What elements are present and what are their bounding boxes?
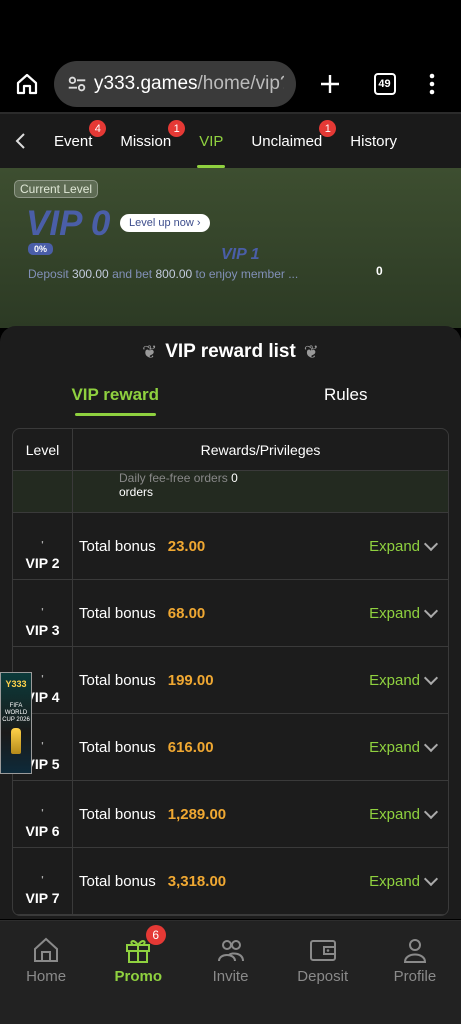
nav-home[interactable]: Home (0, 921, 92, 1024)
tab-vip-reward[interactable]: VIP reward (0, 374, 231, 416)
daily-unit: orders (119, 485, 154, 499)
tab-mission[interactable]: Mission 1 (106, 114, 186, 168)
wallet-icon (309, 940, 336, 961)
chevron-down-icon (423, 536, 439, 551)
address-bar[interactable]: y333.games/home/vip?d (54, 61, 296, 107)
nav-deposit[interactable]: Deposit (277, 921, 369, 1024)
notification-badge: 1 (168, 120, 186, 137)
tab-history[interactable]: History (336, 114, 411, 168)
more-menu-icon[interactable] (429, 73, 435, 95)
floating-promo-banner[interactable]: Y333 FIFA WORLD CUP 2026 (0, 672, 32, 774)
laurel-right-icon: ❦ (303, 341, 319, 362)
current-level-label: Current Level (14, 180, 99, 198)
row-level: VIP 3 (25, 622, 60, 638)
upgrade-requirement: Deposit 300.00 and bet 800.00 to enjoy m… (28, 267, 299, 281)
new-tab-icon[interactable] (319, 73, 341, 95)
bonus-amount: 199.00 (167, 671, 214, 689)
notification-badge: 1 (319, 120, 337, 137)
chevron-down-icon (423, 871, 439, 886)
header-rewards: Rewards/Privileges (200, 441, 321, 458)
chevron-down-icon (423, 737, 439, 752)
site-settings-icon[interactable] (66, 72, 88, 96)
row-level: VIP 7 (25, 890, 60, 906)
progress-percent: 0% (28, 243, 54, 255)
reward-table: Level Rewards/Privileges Daily fee-free … (12, 428, 449, 916)
row-level: VIP 2 (25, 555, 60, 571)
table-row[interactable]: ' VIP 6 Total bonus 1,289.00 Expand (13, 781, 448, 848)
header-level: Level (13, 429, 73, 470)
daily-fee-free-orders: Daily fee-free orders 0 (119, 471, 238, 485)
expand-button[interactable]: Expand (369, 737, 439, 756)
tab-switcher-button[interactable]: 49 (373, 73, 396, 95)
browser-toolbar: y333.games/home/vip?d 49 (0, 56, 461, 112)
tab-vip[interactable]: VIP (185, 114, 237, 168)
vip-reward-panel: ❦ VIP reward list ❦ VIP reward Rules Lev… (0, 326, 461, 919)
bonus-amount: 68.00 (167, 604, 206, 622)
bonus-amount: 1,289.00 (167, 805, 227, 823)
tab-event[interactable]: Event 4 (40, 114, 107, 168)
bonus-amount: 616.00 (167, 738, 214, 756)
home-icon (34, 937, 59, 962)
expand-button[interactable]: Expand (369, 536, 439, 555)
tab-rules[interactable]: Rules (231, 374, 461, 416)
tab-label: Unclaimed (251, 132, 323, 150)
promo-tabs: Event 4 Mission 1 VIP Unclaimed 1 Histor… (0, 114, 461, 168)
tab-unclaimed[interactable]: Unclaimed 1 (237, 114, 337, 168)
table-row[interactable]: ' VIP 3 Total bonus 68.00 Expand (13, 580, 448, 647)
laurel-left-icon: ❦ (142, 341, 158, 362)
current-vip-level: VIP 0 (26, 204, 111, 243)
expand-button[interactable]: Expand (369, 804, 439, 823)
bonus-amount: 3,318.00 (167, 872, 227, 890)
chevron-down-icon (423, 670, 439, 685)
url-text: y333.games/home/vip?d (94, 73, 284, 94)
table-row[interactable]: ' VIP 5 Total bonus 616.00 Expand (13, 714, 448, 781)
tab-label: VIP (199, 132, 224, 150)
expand-button[interactable]: Expand (369, 670, 439, 689)
reward-tabs: VIP reward Rules (0, 374, 461, 416)
level-up-button[interactable]: Level up now › (120, 214, 210, 232)
table-row[interactable]: ' VIP 4 Total bonus 199.00 Expand (13, 647, 448, 714)
bonus-amount: 23.00 (167, 537, 206, 555)
progress-value: 0 (376, 264, 383, 278)
bottom-navigation: Home Promo 6 Invite Deposit Profile (0, 920, 461, 1024)
chevron-down-icon (423, 603, 439, 618)
row-level: VIP 6 (25, 823, 60, 839)
table-row: Daily fee-free orders 0 orders (13, 471, 448, 513)
expand-button[interactable]: Expand (369, 871, 439, 890)
tab-label: History (350, 132, 397, 150)
profile-icon (403, 939, 426, 963)
next-vip-level: VIP 1 (221, 246, 260, 263)
table-row[interactable]: ' VIP 7 Total bonus 3,318.00 Expand (13, 848, 448, 915)
banner-text: FIFA WORLD CUP 2026 (2, 703, 30, 723)
vip-level-card: Current Level VIP 0 Level up now › 0% VI… (0, 168, 461, 328)
notification-badge: 4 (89, 120, 107, 137)
banner-logo: Y333 (5, 679, 27, 689)
nav-invite[interactable]: Invite (184, 921, 276, 1024)
nav-profile[interactable]: Profile (369, 921, 461, 1024)
back-arrow-icon[interactable] (0, 132, 40, 150)
table-header: Level Rewards/Privileges (13, 429, 448, 471)
status-bar (0, 0, 461, 56)
chevron-down-icon (423, 804, 439, 819)
table-row[interactable]: ' VIP 2 Total bonus 23.00 Expand (13, 513, 448, 580)
expand-button[interactable]: Expand (369, 603, 439, 622)
invite-icon (217, 940, 244, 962)
nav-promo[interactable]: Promo 6 (92, 921, 184, 1024)
trophy-icon (11, 728, 21, 754)
notification-badge: 6 (145, 925, 166, 945)
browser-home-icon[interactable] (10, 67, 44, 101)
tab-label: Mission (120, 132, 172, 150)
tab-label: Event (54, 132, 93, 150)
reward-list-title: ❦ VIP reward list ❦ (142, 341, 319, 362)
